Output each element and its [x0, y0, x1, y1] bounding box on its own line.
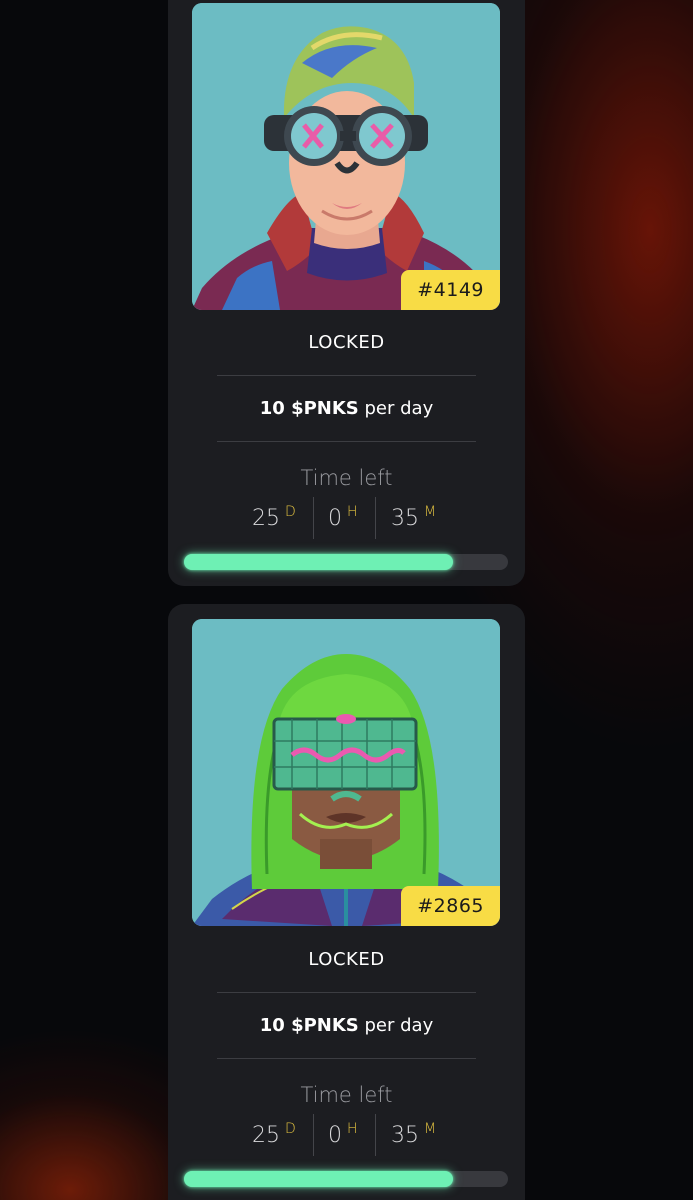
countdown-separator [313, 497, 314, 539]
countdown-hours: 0H [328, 1121, 358, 1148]
reward-rate-suffix: per day [358, 1015, 434, 1036]
lock-progress-bar [184, 554, 508, 570]
lock-progress-fill [184, 554, 453, 570]
divider [217, 1058, 476, 1059]
hours-unit: H [347, 1121, 358, 1137]
countdown-minutes: 35 M [391, 504, 437, 531]
reward-rate: 10 $PNKS per day [168, 1015, 525, 1036]
token-id-badge: #4149 [401, 270, 500, 310]
countdown-minutes: 35 M [391, 1121, 437, 1148]
countdown: 25 D 0H 35 M [228, 497, 465, 541]
lock-status: LOCKED [308, 332, 385, 353]
countdown-separator [375, 1114, 376, 1156]
reward-rate-amount: 10 $PNKS [259, 1015, 359, 1036]
divider [217, 441, 476, 442]
countdown-separator [375, 497, 376, 539]
reward-rate-suffix: per day [358, 398, 434, 419]
hours-unit: H [347, 504, 358, 520]
lock-status: LOCKED [308, 949, 385, 970]
countdown: 25 D 0H 35 M [228, 1114, 465, 1158]
nft-artwork[interactable]: #2865 [192, 619, 500, 926]
lock-progress-bar [184, 1171, 508, 1187]
nft-card: #2865 LOCKED 10 $PNKS per day Time left … [168, 604, 525, 1200]
countdown-days: 25 D [252, 504, 296, 531]
time-left-label: Time left [300, 466, 393, 490]
divider [217, 992, 476, 993]
minutes-unit: M [424, 1121, 437, 1137]
divider [217, 375, 476, 376]
nft-card: #4149 LOCKED 10 $PNKS per day Time left … [168, 0, 525, 586]
reward-rate-amount: 10 $PNKS [259, 398, 359, 419]
lock-progress-fill [184, 1171, 453, 1187]
days-unit: D [285, 504, 296, 520]
punk-goggles-avatar [192, 3, 500, 310]
minutes-unit: M [424, 504, 437, 520]
countdown-days: 25 D [252, 1121, 296, 1148]
countdown-separator [313, 1114, 314, 1156]
reward-rate: 10 $PNKS per day [168, 398, 525, 419]
days-unit: D [285, 1121, 296, 1137]
time-left-label: Time left [300, 1083, 393, 1107]
nft-artwork[interactable]: #4149 [192, 3, 500, 310]
token-id-badge: #2865 [401, 886, 500, 926]
green-bob-visor-avatar [192, 619, 500, 926]
countdown-hours: 0H [328, 504, 358, 531]
